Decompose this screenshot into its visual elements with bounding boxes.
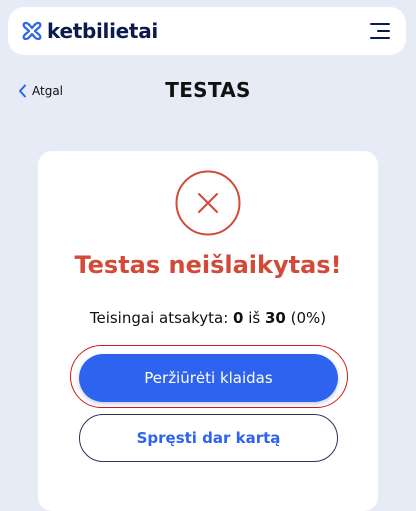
x-circle-icon — [175, 170, 241, 236]
retry-test-button[interactable]: Spręsti dar kartą — [79, 414, 338, 462]
page-title: TESTAS — [165, 78, 251, 102]
score-total: 30 — [264, 309, 286, 327]
review-mistakes-button[interactable]: Peržiūrėti klaidas — [79, 354, 338, 402]
score-summary: Teisingai atsakyta: 0 iš 30 (0%) — [38, 309, 378, 327]
score-label: Teisingai atsakyta: — [89, 309, 234, 327]
score-percent: (0%) — [285, 309, 327, 327]
score-correct: 0 — [233, 309, 244, 327]
brand-logo[interactable]: ketbilietai — [22, 19, 158, 43]
top-navigation-bar: ketbilietai — [8, 7, 406, 55]
logo-icon — [22, 21, 42, 41]
score-separator: iš — [243, 309, 265, 327]
result-title: Testas neišlaikytas! — [74, 251, 342, 279]
hamburger-menu-icon[interactable] — [366, 21, 390, 41]
brand-name: ketbilietai — [47, 19, 158, 43]
